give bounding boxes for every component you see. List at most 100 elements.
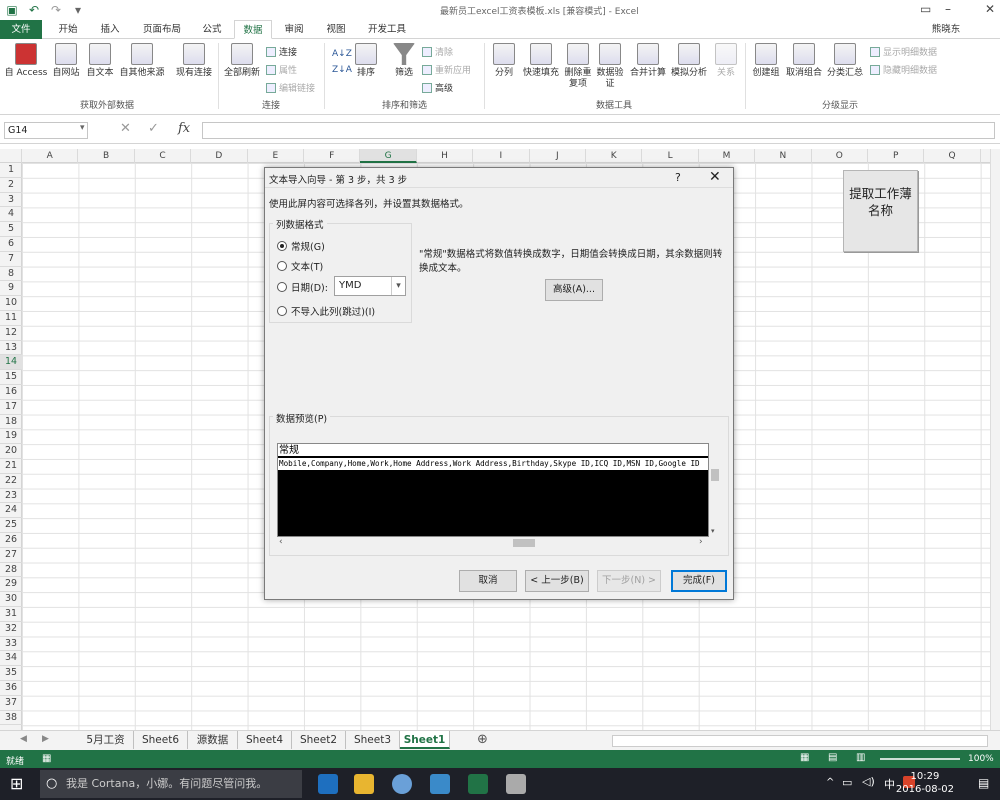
refresh-all-button[interactable]: 全部刷新 — [222, 43, 262, 79]
advanced-button[interactable]: 高级(A)... — [545, 279, 603, 301]
windows-start-icon[interactable]: ⊞ — [10, 774, 23, 793]
zoom-level[interactable]: 100% — [968, 754, 994, 764]
row-header[interactable]: 12 — [0, 326, 22, 341]
scroll-left-icon[interactable]: ‹ — [279, 537, 283, 547]
row-header[interactable]: 26 — [0, 533, 22, 548]
network-icon[interactable]: ▭ — [842, 776, 852, 789]
row-header[interactable]: 25 — [0, 518, 22, 533]
tab-file[interactable]: 文件 — [0, 20, 42, 39]
browser-icon[interactable] — [392, 774, 412, 794]
formula-input[interactable] — [202, 122, 995, 139]
tab-review[interactable]: 审阅 — [278, 20, 310, 39]
flash-fill-button[interactable]: 快速填充 — [520, 43, 562, 79]
user-name[interactable]: 熊晓东 — [925, 20, 967, 39]
from-text-button[interactable]: 自文本 — [84, 43, 116, 79]
tab-view[interactable]: 视图 — [320, 20, 352, 39]
row-header[interactable]: 34 — [0, 651, 22, 667]
ribbon-display-icon[interactable]: ▭ — [920, 2, 931, 16]
volume-icon[interactable]: ◁) — [862, 775, 875, 788]
tab-insert[interactable]: 插入 — [94, 20, 126, 39]
from-access-button[interactable]: 自 Access — [4, 43, 48, 79]
select-all-corner[interactable] — [0, 149, 22, 163]
customize-qat-icon[interactable]: ▾ — [70, 2, 86, 18]
finish-button[interactable]: 完成(F) — [671, 570, 727, 592]
scroll-thumb[interactable] — [513, 539, 535, 547]
from-other-sources-button[interactable]: 自其他来源 — [117, 43, 167, 79]
tab-formulas[interactable]: 公式 — [196, 20, 228, 39]
row-header[interactable]: 29 — [0, 577, 22, 593]
row-header[interactable]: 7 — [0, 252, 22, 267]
sheet-tab-active[interactable]: Sheet1 — [400, 731, 450, 749]
row-header[interactable]: 8 — [0, 267, 22, 282]
row-header[interactable]: 24 — [0, 503, 22, 519]
row-header[interactable]: 14 — [0, 355, 22, 371]
column-header[interactable]: A — [22, 149, 79, 163]
row-header[interactable]: 38 — [0, 711, 22, 726]
properties-button[interactable]: 属性 — [266, 63, 297, 76]
preview-column-header[interactable]: 常规 — [278, 444, 708, 457]
help-icon[interactable]: ? — [675, 171, 681, 184]
column-header[interactable]: E — [248, 149, 304, 163]
scroll-thumb[interactable] — [711, 469, 719, 481]
row-header[interactable]: 10 — [0, 296, 22, 311]
macro-record-icon[interactable]: ▦ — [42, 753, 51, 764]
file-explorer-icon[interactable] — [354, 774, 374, 794]
confirm-entry-icon[interactable]: ✓ — [148, 121, 159, 136]
extract-workbook-name-button[interactable]: 提取工作薄名称 — [843, 170, 918, 252]
column-header[interactable]: D — [191, 149, 248, 163]
row-header[interactable]: 37 — [0, 696, 22, 711]
existing-connections-button[interactable]: 现有连接 — [172, 43, 216, 79]
cortana-search-box[interactable]: ○ 我是 Cortana，小娜。有问题尽管问我。 — [40, 770, 302, 798]
row-header[interactable]: 5 — [0, 222, 22, 237]
name-box-dropdown-icon[interactable]: ▾ — [80, 123, 85, 133]
page-break-view-icon[interactable]: ▥ — [856, 752, 865, 763]
filter-button[interactable]: 筛选 — [390, 43, 418, 79]
scroll-down-icon[interactable]: ▾ — [711, 527, 715, 535]
column-header[interactable]: H — [417, 149, 474, 163]
hide-detail-button[interactable]: 隐藏明细数据 — [870, 63, 937, 76]
consolidate-button[interactable]: 合并计算 — [628, 43, 668, 79]
sheet-tab[interactable]: 源数据 — [188, 731, 238, 749]
name-box[interactable]: G14 — [4, 122, 88, 139]
preview-horizontal-scrollbar[interactable]: ‹ › — [277, 537, 709, 549]
column-header[interactable]: Q — [924, 149, 981, 163]
excel-icon[interactable] — [468, 774, 488, 794]
column-header-selected[interactable]: G — [360, 149, 417, 163]
app-icon-2[interactable] — [506, 774, 526, 794]
clear-button[interactable]: 清除 — [422, 45, 453, 58]
row-header[interactable]: 21 — [0, 459, 22, 474]
column-header[interactable]: L — [642, 149, 699, 163]
prev-sheet-icon[interactable]: ◀ — [20, 734, 27, 744]
sheet-tab[interactable]: Sheet3 — [346, 731, 400, 749]
advanced-filter-button[interactable]: 高级 — [422, 81, 453, 94]
row-header[interactable]: 19 — [0, 429, 22, 445]
zoom-slider[interactable] — [880, 758, 960, 760]
from-web-button[interactable]: 自网站 — [50, 43, 82, 79]
scroll-right-icon[interactable]: › — [699, 537, 703, 547]
sort-button[interactable]: 排序 — [352, 43, 380, 79]
vertical-scrollbar[interactable] — [990, 149, 1000, 730]
horizontal-scrollbar[interactable] — [612, 735, 988, 747]
column-header[interactable]: M — [699, 149, 756, 163]
row-header[interactable]: 1 — [0, 163, 22, 178]
data-preview-area[interactable]: 常规 Mobile,Company,Home,Work,Home Address… — [277, 443, 709, 537]
save-icon[interactable]: ▣ — [4, 2, 20, 18]
row-header[interactable]: 36 — [0, 681, 22, 696]
minimize-icon[interactable]: – — [945, 2, 951, 16]
row-header[interactable]: 33 — [0, 637, 22, 652]
what-if-analysis-button[interactable]: 模拟分析 — [668, 43, 710, 79]
ungroup-button[interactable]: 取消组合 — [784, 43, 824, 79]
show-detail-button[interactable]: 显示明细数据 — [870, 45, 937, 58]
row-header[interactable]: 18 — [0, 415, 22, 430]
preview-vertical-scrollbar[interactable]: ▾ — [709, 443, 721, 537]
column-header[interactable]: J — [530, 149, 586, 163]
app-icon[interactable] — [430, 774, 450, 794]
row-header[interactable]: 17 — [0, 400, 22, 415]
column-header[interactable]: B — [78, 149, 135, 163]
sheet-tab[interactable]: Sheet4 — [238, 731, 292, 749]
chevron-down-icon[interactable]: ▾ — [391, 277, 405, 295]
radio-general[interactable]: 常规(G) — [277, 239, 325, 253]
column-header[interactable]: P — [868, 149, 925, 163]
sheet-tab[interactable]: Sheet2 — [292, 731, 346, 749]
text-to-columns-button[interactable]: 分列 — [490, 43, 518, 79]
